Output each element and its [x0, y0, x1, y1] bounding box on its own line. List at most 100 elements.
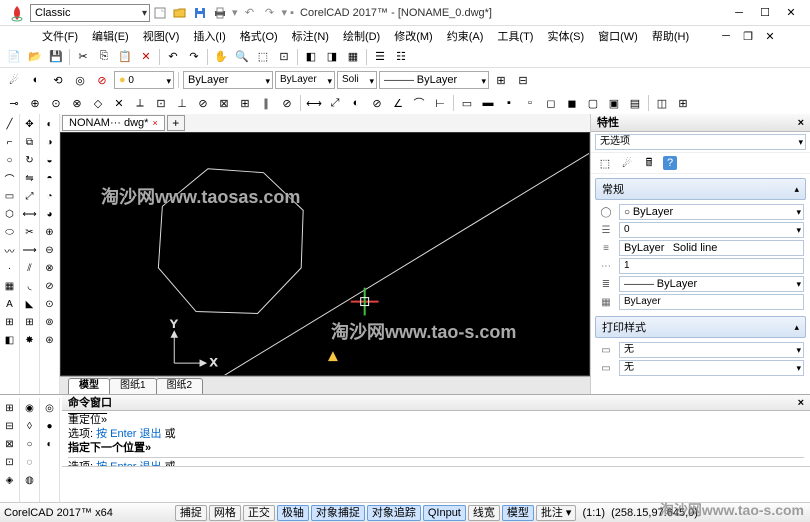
dim-c-icon[interactable]: ▪ — [501, 95, 517, 111]
layer-current-combo[interactable]: ● 0 — [114, 71, 174, 89]
layer-mgr-icon[interactable]: ☄ — [6, 72, 22, 88]
rotate-icon[interactable]: ↻ — [22, 152, 38, 168]
dim-ord-icon[interactable]: ⊢ — [432, 95, 448, 111]
dim-h-icon[interactable]: ▣ — [606, 95, 622, 111]
sb-esnap[interactable]: 对象捕捉 — [311, 505, 365, 521]
bl1-icon[interactable]: ⊞ — [2, 400, 18, 416]
fillet-icon[interactable]: ◟ — [22, 278, 38, 294]
bl3-icon[interactable]: ⊠ — [2, 436, 18, 452]
snap-ins-icon[interactable]: ⊡ — [153, 95, 169, 111]
tab-close-icon[interactable]: × — [152, 116, 157, 130]
copy2-icon[interactable]: ⧉ — [22, 134, 38, 150]
sb-snap[interactable]: 捕捉 — [175, 505, 207, 521]
bl6-icon[interactable]: ◉ — [22, 400, 38, 416]
x4-icon[interactable]: ◓ — [42, 170, 58, 186]
layer-iso-icon[interactable]: ◎ — [72, 72, 88, 88]
tab-sheet1[interactable]: 图纸1 — [109, 378, 157, 394]
tool-b-icon[interactable]: ◨ — [324, 49, 340, 65]
chamfer-icon[interactable]: ◣ — [22, 296, 38, 312]
rect-icon[interactable]: ▭ — [2, 188, 18, 204]
hatch-icon[interactable]: ▦ — [2, 278, 18, 294]
bl12-icon[interactable]: ● — [42, 418, 58, 434]
dropdown-arrow-icon[interactable]: ▾ — [232, 6, 238, 19]
offset-icon[interactable]: ⫽ — [22, 260, 38, 276]
x12-icon[interactable]: ⊚ — [42, 314, 58, 330]
maximize-button[interactable]: ☐ — [758, 6, 772, 20]
doc-min-icon[interactable]: ─ — [718, 28, 734, 44]
menu-dimension[interactable]: 标注(N) — [286, 26, 335, 46]
snap-quad-icon[interactable]: ◇ — [90, 95, 106, 111]
text-icon[interactable]: A — [2, 296, 18, 312]
workspace-combo[interactable]: Classic — [30, 4, 150, 22]
snap-app-icon[interactable]: ⊞ — [237, 95, 253, 111]
layer-prev-icon[interactable]: ⟲ — [50, 72, 66, 88]
block-icon[interactable]: ⊞ — [2, 314, 18, 330]
prop-linetype[interactable]: ByLayer Solid line — [619, 240, 804, 256]
snap-center-icon[interactable]: ⊙ — [48, 95, 64, 111]
x6-icon[interactable]: ◕ — [42, 206, 58, 222]
cut-icon[interactable]: ✂ — [75, 49, 91, 65]
prop-lineweight[interactable]: ——— ByLayer — [619, 276, 804, 292]
dim-d-icon[interactable]: ▫ — [522, 95, 538, 111]
layer-off-icon[interactable]: ⊘ — [94, 72, 110, 88]
bl7-icon[interactable]: ◊ — [22, 418, 38, 434]
zoom-extents-icon[interactable]: ⊡ — [276, 49, 292, 65]
dim-arc-icon[interactable]: ⌒ — [411, 95, 427, 111]
tab-model[interactable]: 模型 — [68, 378, 110, 394]
x1-icon[interactable]: ◐ — [42, 116, 58, 132]
view-b-icon[interactable]: ⊞ — [675, 95, 691, 111]
layer-states-icon[interactable]: ◐ — [28, 72, 44, 88]
line-icon[interactable]: ╱ — [2, 116, 18, 132]
sb-grid[interactable]: 网格 — [209, 505, 241, 521]
quick-select-icon[interactable]: ☄ — [619, 155, 635, 171]
menu-help[interactable]: 帮助(H) — [646, 26, 695, 46]
menu-tools[interactable]: 工具(T) — [491, 26, 539, 46]
region-icon[interactable]: ◧ — [2, 332, 18, 348]
x5-icon[interactable]: ◔ — [42, 188, 58, 204]
dim-linear-icon[interactable]: ⟷ — [306, 95, 322, 111]
save-icon[interactable] — [192, 5, 208, 21]
extend-icon[interactable]: ⟶ — [22, 242, 38, 258]
add-tab-button[interactable]: + — [167, 115, 185, 131]
bl11-icon[interactable]: ◎ — [42, 400, 58, 416]
zoom-window-icon[interactable]: ⬚ — [255, 49, 271, 65]
sb-annot[interactable]: 批注 ▾ — [536, 505, 577, 521]
doc-tab[interactable]: NONAM··· dwg*× — [62, 115, 165, 131]
copy-icon[interactable]: ⎘ — [96, 49, 112, 65]
menu-draw[interactable]: 绘制(D) — [337, 26, 386, 46]
snap-perp-icon[interactable]: ⊥ — [174, 95, 190, 111]
menu-view[interactable]: 视图(V) — [137, 26, 186, 46]
dim-diameter-icon[interactable]: ⊘ — [369, 95, 385, 111]
circle-icon[interactable]: ○ — [2, 152, 18, 168]
layer-tool1-icon[interactable]: ⊞ — [493, 72, 509, 88]
dim-radius-icon[interactable]: ◐ — [348, 95, 364, 111]
dim-angular-icon[interactable]: ∠ — [390, 95, 406, 111]
x8-icon[interactable]: ⊖ — [42, 242, 58, 258]
dim-i-icon[interactable]: ▤ — [627, 95, 643, 111]
x13-icon[interactable]: ⊛ — [42, 332, 58, 348]
x10-icon[interactable]: ⊘ — [42, 278, 58, 294]
snap-near-icon[interactable]: ⊠ — [216, 95, 232, 111]
print-icon[interactable] — [212, 5, 228, 21]
prop-color[interactable]: ○ ByLayer — [619, 204, 804, 220]
dim-e-icon[interactable]: ◻ — [543, 95, 559, 111]
menu-format[interactable]: 格式(O) — [234, 26, 284, 46]
redo2-icon[interactable]: ↷ — [186, 49, 202, 65]
tab-sheet2[interactable]: 图纸2 — [156, 378, 204, 394]
bl4-icon[interactable]: ⊡ — [2, 454, 18, 470]
close-button[interactable]: ✕ — [784, 6, 798, 20]
props-close-icon[interactable]: × — [798, 114, 804, 132]
undo2-icon[interactable]: ↶ — [165, 49, 181, 65]
prop-transparency[interactable]: ByLayer — [619, 294, 804, 310]
sb-qinput[interactable]: QInput — [423, 505, 466, 521]
x2-icon[interactable]: ◑ — [42, 134, 58, 150]
x11-icon[interactable]: ⊙ — [42, 296, 58, 312]
dim-b-icon[interactable]: ▬ — [480, 95, 496, 111]
section-general[interactable]: 常规▴ — [595, 178, 806, 200]
help-icon[interactable]: ? — [663, 156, 677, 170]
menu-insert[interactable]: 插入(I) — [187, 26, 231, 46]
minimize-button[interactable]: ─ — [732, 6, 746, 20]
stretch-icon[interactable]: ⟷ — [22, 206, 38, 222]
array-icon[interactable]: ⊞ — [22, 314, 38, 330]
move-icon[interactable]: ✥ — [22, 116, 38, 132]
